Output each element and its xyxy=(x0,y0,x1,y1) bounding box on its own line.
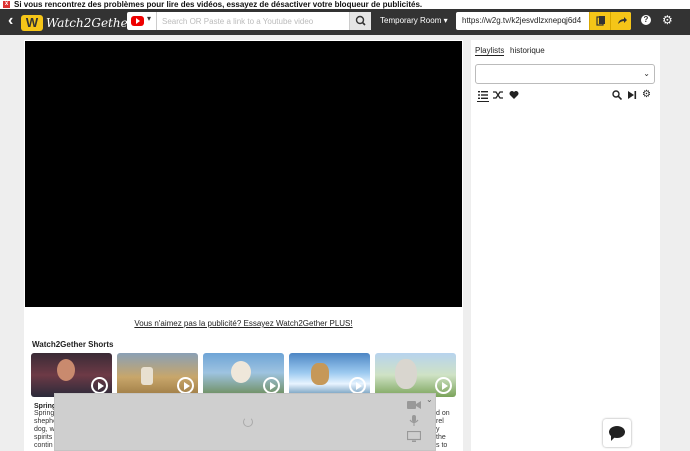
room-url-text[interactable]: https://w2g.tv/k2jesvdlzxnepqj6d4 xyxy=(462,16,588,25)
alert-text: Si vous rencontrez des problèmes pour li… xyxy=(14,0,423,9)
search-icon xyxy=(355,15,366,26)
copy-url-button[interactable] xyxy=(589,12,610,30)
tab-playlists[interactable]: Playlists xyxy=(475,46,505,56)
loading-spinner-icon xyxy=(243,417,253,427)
list-icon[interactable] xyxy=(478,90,488,100)
chevron-down-icon: ▾ xyxy=(147,14,152,23)
shuffle-icon[interactable] xyxy=(493,90,503,100)
camera-icon[interactable] xyxy=(407,400,421,410)
microphone-icon[interactable] xyxy=(407,415,421,427)
search-bar: ▾ xyxy=(127,12,371,30)
short-thumbnail[interactable] xyxy=(289,353,370,397)
share-arrow-icon xyxy=(618,17,627,24)
playlist-sidebar xyxy=(471,40,660,451)
play-icon xyxy=(435,377,452,394)
back-icon[interactable]: ‹ xyxy=(8,13,13,29)
chevron-down-icon: ⌄ xyxy=(643,69,650,78)
short-thumbnail[interactable] xyxy=(375,353,456,397)
chevron-down-icon[interactable]: ⌄ xyxy=(426,395,433,404)
active-tab-underline xyxy=(477,101,489,102)
plus-upgrade-link[interactable]: Vous n'aimez pas la publicité? Essayez W… xyxy=(25,319,462,328)
search-input[interactable] xyxy=(162,12,347,30)
gear-icon[interactable]: ⚙ xyxy=(642,90,651,100)
ad-blocker-alert: x Si vous rencontrez des problèmes pour … xyxy=(0,0,690,9)
logo-text[interactable]: Watch2Gether xyxy=(46,15,133,31)
search-button[interactable] xyxy=(349,12,371,30)
search-icon[interactable] xyxy=(612,90,622,100)
room-url-box: https://w2g.tv/k2jesvdlzxnepqj6d4 xyxy=(456,12,631,30)
play-icon xyxy=(349,377,366,394)
close-icon[interactable]: x xyxy=(3,1,10,8)
chat-button[interactable] xyxy=(603,419,631,447)
video-player[interactable] xyxy=(25,41,462,307)
logo-icon[interactable]: W xyxy=(21,15,43,31)
source-select-button[interactable]: ▾ xyxy=(127,12,157,30)
short-card-description: d on rel y the s to xyxy=(436,410,450,449)
skip-next-icon[interactable] xyxy=(627,90,637,100)
play-icon xyxy=(91,377,108,394)
play-icon xyxy=(263,377,280,394)
short-card-title[interactable]: Spring xyxy=(34,403,56,410)
shorts-section-title: Watch2Gether Shorts xyxy=(32,340,114,349)
chat-icon xyxy=(609,426,625,441)
playlist-select[interactable]: ⌄ xyxy=(475,64,655,84)
help-icon[interactable]: ? xyxy=(641,15,651,25)
short-thumbnail[interactable] xyxy=(31,353,112,397)
heart-icon[interactable] xyxy=(509,90,519,100)
share-url-button[interactable] xyxy=(610,12,631,30)
short-thumbnail[interactable] xyxy=(203,353,284,397)
video-chat-panel: ⌄ xyxy=(54,393,436,451)
short-thumbnail[interactable] xyxy=(117,353,198,397)
copy-icon xyxy=(596,16,605,26)
gear-icon[interactable]: ⚙ xyxy=(662,14,673,26)
tab-history[interactable]: historique xyxy=(510,46,545,55)
screen-share-icon[interactable] xyxy=(407,431,421,443)
room-menu-button[interactable]: Temporary Room ▾ xyxy=(380,15,448,27)
play-icon xyxy=(177,377,194,394)
youtube-icon xyxy=(131,16,144,26)
